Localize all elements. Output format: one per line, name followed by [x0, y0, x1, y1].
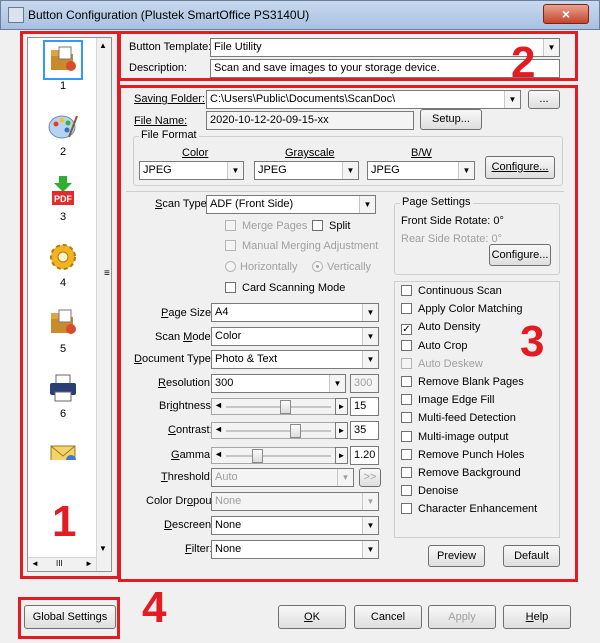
app-icon: [8, 7, 24, 23]
annotation-number-2: 2: [511, 38, 536, 87]
apply-button[interactable]: Apply: [428, 605, 496, 629]
close-button[interactable]: ×: [543, 4, 589, 24]
annotation-number-4: 4: [142, 583, 167, 632]
annotation-number-3: 3: [520, 317, 545, 366]
window-title: Button Configuration (Plustek SmartOffic…: [28, 8, 310, 22]
ok-button[interactable]: OK: [278, 605, 346, 629]
annotation-number-1: 1: [52, 497, 77, 546]
annotation-box-4: [18, 597, 120, 639]
annotation-box-3: [118, 85, 578, 582]
annotation-box-2: [118, 31, 578, 81]
cancel-button[interactable]: Cancel: [354, 605, 422, 629]
help-button[interactable]: Help: [503, 605, 571, 629]
